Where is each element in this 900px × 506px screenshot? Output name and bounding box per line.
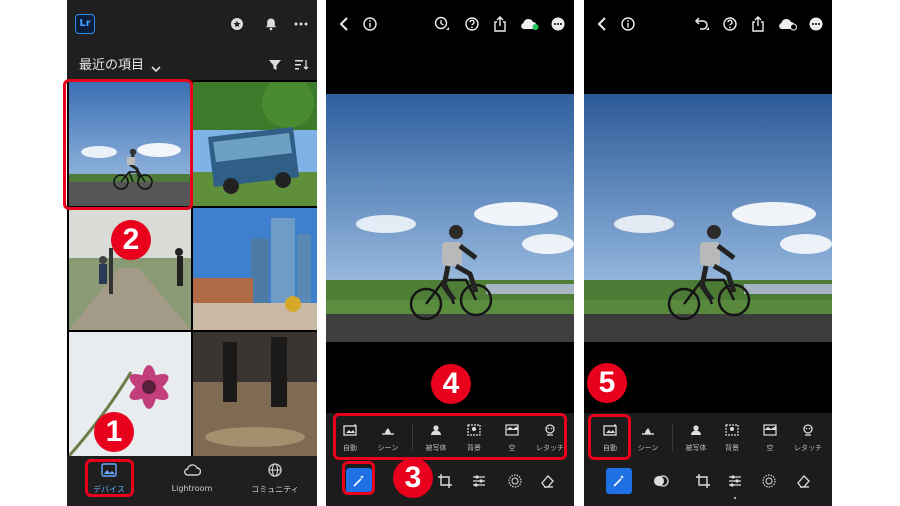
active-dot	[734, 497, 736, 499]
mask-option-sky[interactable]: 空	[752, 421, 788, 453]
photo-canvas[interactable]	[584, 94, 832, 342]
nav-label-lightroom: Lightroom	[171, 484, 213, 493]
sky-icon	[763, 421, 777, 440]
undo-icon[interactable]	[692, 14, 712, 34]
eraser-icon[interactable]	[790, 468, 816, 494]
nav-label-community: コミュニティ	[251, 485, 299, 494]
step-badge-3: 3	[393, 458, 433, 498]
mask-option-scene[interactable]: シーン	[630, 421, 666, 453]
mask-option-retouch[interactable]: レタッチ	[790, 421, 826, 453]
mask-option-subject[interactable]: 被写体	[678, 421, 714, 453]
editor-header	[584, 0, 832, 50]
highlight-mask-options	[333, 413, 567, 460]
step-badge-4: 4	[431, 364, 471, 404]
globe-icon	[268, 462, 282, 481]
crop-icon[interactable]	[432, 468, 458, 494]
mask-label-scene: シーン	[637, 444, 659, 452]
mask-label-sky: 空	[766, 444, 774, 452]
mask-label-retouch: レタッチ	[794, 444, 822, 452]
section-header: 最近の項目	[67, 48, 317, 80]
highlight-device-nav	[85, 459, 134, 497]
app-header: Lr	[67, 0, 317, 48]
sparkle-icon[interactable]	[227, 14, 247, 34]
more-icon[interactable]	[291, 14, 311, 34]
cloud-sync-icon[interactable]	[520, 14, 540, 34]
highlight-magic-wand	[342, 461, 375, 495]
chevron-down-icon[interactable]	[151, 58, 161, 77]
share-icon[interactable]	[490, 14, 510, 34]
filter-icon[interactable]	[269, 56, 281, 75]
sort-icon[interactable]	[295, 56, 309, 75]
nav-item-lightroom[interactable]: Lightroom	[152, 462, 232, 493]
eraser-icon[interactable]	[534, 468, 560, 494]
selective-icon[interactable]	[502, 468, 528, 494]
step-badge-1: 1	[94, 412, 134, 452]
background-icon	[725, 421, 739, 440]
nav-item-community[interactable]: コミュニティ	[235, 462, 315, 495]
magic-wand-icon[interactable]	[606, 468, 632, 494]
back-icon[interactable]	[592, 14, 612, 34]
cloud-icon	[183, 462, 202, 481]
highlight-auto-option	[588, 414, 631, 460]
lightroom-logo: Lr	[75, 14, 95, 34]
editor-header	[326, 0, 574, 50]
step-badge-5: 5	[587, 363, 627, 403]
photo-canvas[interactable]	[326, 94, 574, 342]
adjust-icon[interactable]	[722, 468, 748, 494]
step-badge-2: 2	[111, 220, 151, 260]
crop-icon[interactable]	[690, 468, 716, 494]
history-icon[interactable]	[432, 14, 452, 34]
more-icon[interactable]	[806, 14, 826, 34]
selective-icon[interactable]	[756, 468, 782, 494]
mask-label-background: 背景	[725, 444, 739, 452]
mask-option-background[interactable]: 背景	[714, 421, 750, 453]
adjust-icon[interactable]	[466, 468, 492, 494]
photo-thumbnail-bus[interactable]	[193, 82, 317, 206]
info-icon[interactable]	[618, 14, 638, 34]
more-icon[interactable]	[548, 14, 568, 34]
highlight-photo	[63, 79, 193, 210]
share-icon[interactable]	[748, 14, 768, 34]
bell-icon[interactable]	[261, 14, 281, 34]
retouch-icon	[801, 421, 815, 440]
help-icon[interactable]	[462, 14, 482, 34]
subject-icon	[689, 421, 703, 440]
scene-icon	[641, 421, 655, 440]
divider	[672, 423, 673, 451]
photo-thumbnail-city[interactable]	[193, 208, 317, 330]
info-icon[interactable]	[360, 14, 380, 34]
section-title[interactable]: 最近の項目	[79, 54, 144, 73]
mask-label-subject: 被写体	[685, 444, 707, 452]
cloud-sync-icon[interactable]	[778, 14, 798, 34]
help-icon[interactable]	[720, 14, 740, 34]
back-icon[interactable]	[334, 14, 354, 34]
mask-icon[interactable]	[648, 468, 674, 494]
edit-toolbar	[584, 461, 832, 506]
photo-thumbnail-street[interactable]	[193, 332, 317, 456]
